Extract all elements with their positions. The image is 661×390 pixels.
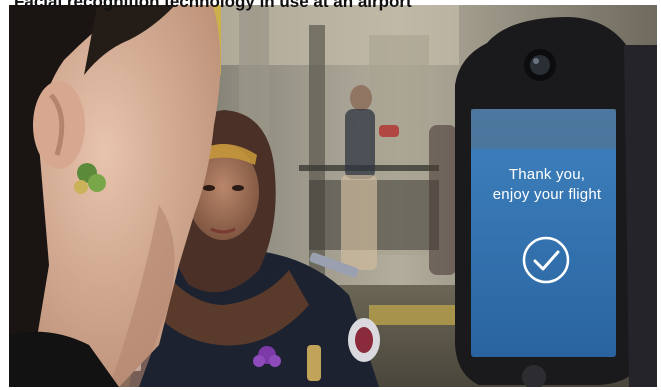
kiosk-message-line-2: enjoy your flight — [492, 186, 602, 203]
caption-text: Facial recognition technology in use at … — [14, 0, 412, 11]
airport-photo: Thank you, enjoy your flight — [9, 5, 657, 387]
screenshot-frame: Facial recognition technology in use at … — [0, 0, 661, 390]
kiosk-message-line-1: Thank you, — [508, 166, 586, 183]
checkmark-circle-icon — [522, 236, 570, 284]
kiosk-message: Thank you, enjoy your flight — [476, 165, 618, 205]
